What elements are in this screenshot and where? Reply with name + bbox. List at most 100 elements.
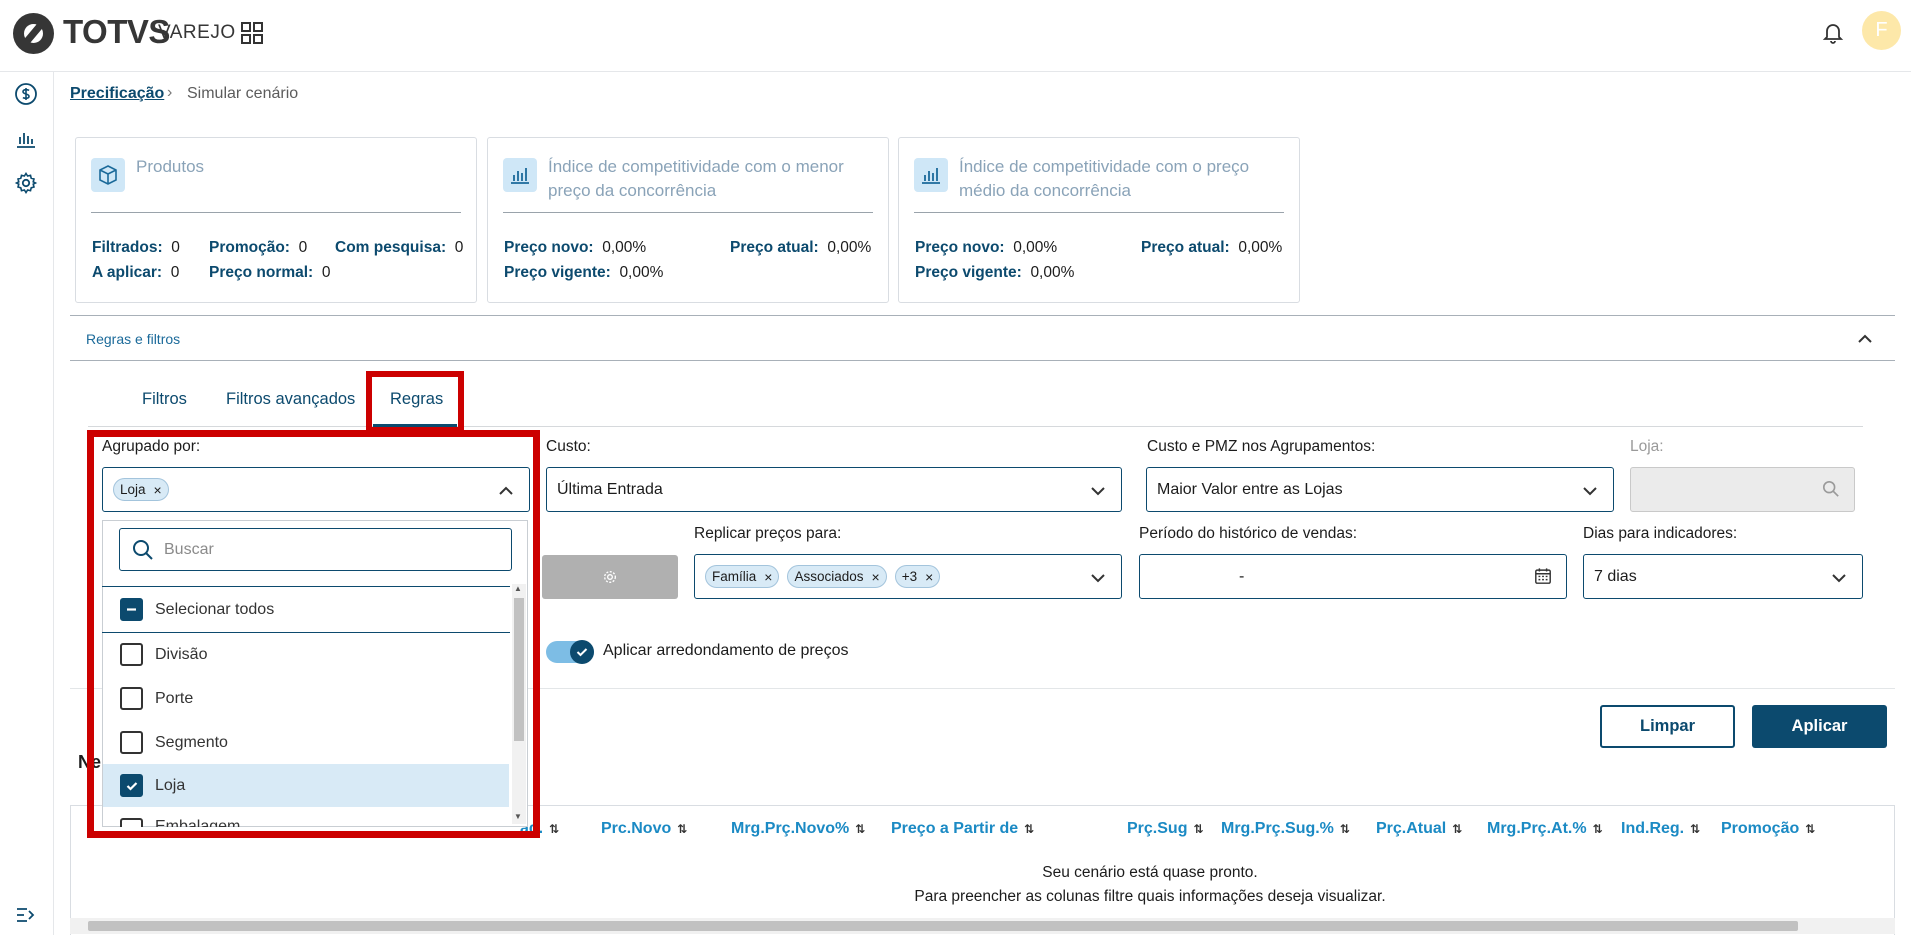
card-produtos: Produtos Filtrados: 0 Promoção: 0 Com pe… [75, 137, 477, 303]
minus-icon [127, 608, 136, 611]
card-title: Índice de competitividade com o menor pre… [548, 157, 844, 200]
dropdown-select-all[interactable]: Selecionar todos [103, 588, 509, 631]
bell-icon[interactable] [1821, 20, 1845, 44]
expand-menu-icon[interactable] [14, 903, 38, 927]
dropdown-option-segmento[interactable]: Segmento [103, 721, 509, 764]
check-icon [126, 781, 137, 791]
clear-button[interactable]: Limpar [1600, 705, 1735, 748]
breadcrumb-parent[interactable]: Precificação [70, 85, 164, 103]
dropdown-item-label: Loja [155, 776, 186, 794]
calendar-icon[interactable] [1534, 567, 1552, 585]
chevron-down-icon[interactable] [1089, 569, 1107, 587]
replicar-chip-more: +3 × [894, 565, 941, 588]
dropdown-item-label: Porte [155, 689, 194, 707]
sort-icon: ⇅ [855, 822, 866, 836]
chip-remove-icon[interactable]: × [872, 569, 880, 585]
chevron-down-icon[interactable] [1581, 482, 1599, 500]
gear-icon[interactable] [14, 171, 38, 195]
column-header[interactable]: Ind.Reg. ⇅ [1621, 820, 1700, 838]
sort-icon: ⇅ [1452, 822, 1463, 836]
column-header[interactable]: Mrg.Prç.At.% ⇅ [1487, 820, 1603, 838]
check-icon [576, 648, 588, 657]
chevron-up-icon[interactable] [1856, 330, 1874, 348]
replicar-chip-associados: Associados × [787, 565, 887, 588]
sort-icon: ⇅ [1592, 822, 1603, 836]
dias-value: 7 dias [1594, 567, 1637, 585]
dropdown-option-embalagem[interactable]: Embalagem [103, 808, 509, 827]
scroll-down-arrow-icon[interactable]: ▼ [514, 812, 522, 821]
option-checkbox[interactable] [120, 731, 143, 754]
column-header[interactable]: Preço a Partir de ⇅ [891, 820, 1034, 838]
dropdown-option-loja[interactable]: Loja [103, 764, 509, 807]
card-indice-menor: Índice de competitividade com o menor pre… [487, 137, 889, 303]
dollar-icon[interactable] [14, 82, 38, 106]
option-checkbox[interactable] [120, 643, 143, 666]
bar-chart-icon[interactable] [14, 127, 38, 151]
accordion-top-line [70, 315, 1895, 316]
tab-filtros[interactable]: Filtros [142, 390, 187, 409]
dias-select[interactable]: 7 dias [1583, 554, 1863, 599]
dropdown-search-placeholder: Buscar [164, 541, 214, 558]
breadcrumb-separator: › [167, 84, 173, 101]
user-avatar[interactable]: F [1862, 11, 1901, 50]
column-header[interactable]: Prç.Sug ⇅ [1127, 820, 1204, 838]
horizontal-scrollbar-thumb[interactable] [88, 921, 1798, 931]
chip-remove-icon[interactable]: × [154, 482, 162, 498]
empty-message-line2: Para preencher as colunas filtre quais i… [914, 888, 1386, 905]
scroll-up-arrow-icon[interactable]: ▲ [514, 584, 522, 593]
column-header[interactable]: Prç.Atual ⇅ [1376, 820, 1462, 838]
custo-select[interactable]: Última Entrada [546, 467, 1122, 512]
column-header[interactable]: Prc.Novo ⇅ [601, 820, 687, 838]
chevron-down-icon[interactable] [1089, 482, 1107, 500]
custo-pmz-select[interactable]: Maior Valor entre as Lojas [1146, 467, 1614, 512]
search-icon [1822, 480, 1839, 497]
card-title: Índice de competitividade com o preço méd… [959, 157, 1250, 200]
section-title: Ne [78, 752, 102, 772]
replicar-select[interactable]: Família × Associados × +3 × [694, 554, 1122, 599]
arredondamento-label: Aplicar arredondamento de preços [603, 642, 849, 659]
dropdown-option-porte[interactable]: Porte [103, 677, 509, 720]
kv-preco-atual: Preço atual: 0,00% [1141, 239, 1283, 256]
accordion-bottom-line [70, 360, 1895, 361]
kv-preco-novo: Preço novo: 0,00% [504, 239, 647, 256]
column-header[interactable]: Mrg.Prç.Novo% ⇅ [731, 820, 865, 838]
column-header[interactable]: Promoção ⇅ [1721, 820, 1815, 838]
chevron-down-icon[interactable] [1830, 569, 1848, 587]
periodo-label: Período do histórico de vendas: [1139, 525, 1357, 542]
bar-chart-icon [914, 158, 948, 192]
periodo-value: - [1239, 567, 1245, 585]
option-checkbox[interactable] [120, 818, 143, 827]
loja-input [1630, 467, 1855, 512]
select-all-checkbox[interactable] [120, 598, 143, 621]
logo-text: TOTVS [63, 13, 170, 50]
agrupado-select[interactable]: Loja × [102, 467, 530, 512]
replicar-chip-familia: Família × [705, 565, 780, 588]
dropdown-option-divisao[interactable]: Divisão [103, 633, 509, 676]
highlight-box-tab [366, 371, 464, 433]
accordion-title[interactable]: Regras e filtros [86, 331, 180, 347]
agrupado-label: Agrupado por: [102, 438, 201, 455]
dropdown-scrollbar-thumb[interactable] [514, 598, 524, 741]
custo-label: Custo: [546, 438, 591, 455]
top-bar [0, 0, 1911, 72]
chevron-up-icon[interactable] [497, 482, 515, 500]
apply-button[interactable]: Aplicar [1752, 705, 1887, 748]
column-header[interactable]: Mrg.Prç.Sug.% ⇅ [1221, 820, 1350, 838]
option-checkbox[interactable] [120, 774, 143, 797]
bar-chart-icon [503, 158, 537, 192]
chip-remove-icon[interactable]: × [925, 569, 933, 585]
sort-icon: ⇅ [549, 822, 560, 836]
sort-icon: ⇅ [677, 822, 688, 836]
kv-filtrados: Filtrados: 0 [92, 239, 180, 256]
card-indice-medio: Índice de competitividade com o preço méd… [898, 137, 1300, 303]
apps-grid-icon[interactable] [241, 22, 263, 44]
chip-remove-icon[interactable]: × [764, 569, 772, 585]
card-title: Produtos [136, 157, 205, 176]
sort-icon: ⇅ [1339, 822, 1350, 836]
tab-filtros-avancados[interactable]: Filtros avançados [226, 390, 355, 409]
configure-button [542, 555, 678, 599]
toggle-knob[interactable] [570, 640, 594, 664]
option-checkbox[interactable] [120, 687, 143, 710]
agrupado-chip: Loja × [113, 478, 169, 501]
periodo-input[interactable]: - [1139, 554, 1567, 599]
